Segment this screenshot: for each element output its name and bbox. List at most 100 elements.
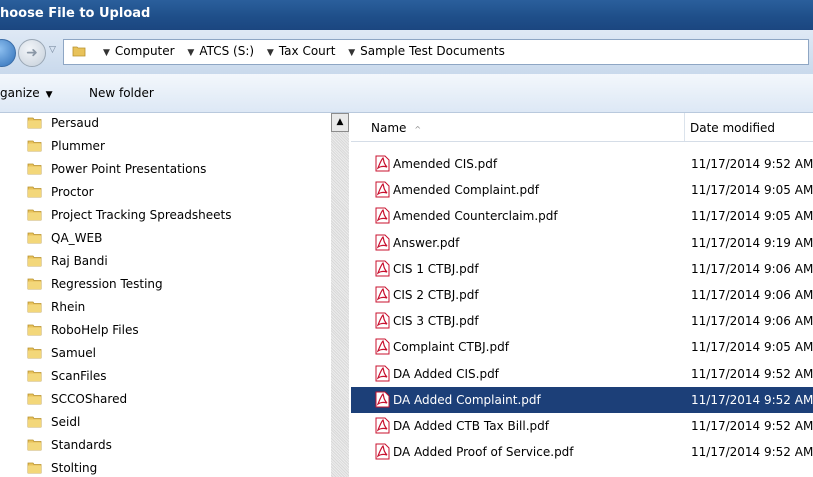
tree-item-label: ScanFiles: [51, 369, 107, 383]
pdf-file-icon: [375, 207, 390, 224]
file-name: Amended Counterclaim.pdf: [393, 209, 558, 224]
column-header: Name ^ Date modified: [351, 113, 813, 142]
file-name: DA Added CTB Tax Bill.pdf: [393, 419, 549, 433]
folder-icon: [27, 439, 42, 451]
folder-icon: [27, 347, 42, 359]
file-date-modified: 11/17/2014 9:05 AM: [691, 340, 813, 355]
tree-item-label: Power Point Presentations: [51, 162, 207, 176]
pdf-file-icon: [375, 181, 390, 198]
breadcrumb-item[interactable]: Tax Court: [279, 44, 336, 58]
pdf-file-icon: [375, 234, 390, 251]
pdf-file-icon: [375, 338, 390, 355]
recent-pages-chevron-icon[interactable]: ▽: [49, 45, 59, 57]
tree-item-label: Plummer: [51, 139, 105, 153]
file-name: CIS 2 CTBJ.pdf: [393, 288, 479, 302]
pdf-file-icon: [375, 155, 390, 172]
file-name: Amended Complaint.pdf: [393, 183, 539, 198]
file-date-modified: 11/17/2014 9:05 AM: [691, 209, 813, 224]
pdf-file-icon: [375, 443, 390, 460]
file-date-modified: 11/17/2014 9:52 AM: [691, 392, 813, 407]
file-row[interactable]: CIS 3 CTBJ.pdf 11/17/2014 9:06 AM: [351, 308, 813, 334]
chevron-right-icon[interactable]: ▼: [178, 48, 199, 58]
title-bar: hoose File to Upload: [0, 0, 813, 30]
folder-icon: [27, 370, 42, 382]
file-date-modified: 11/17/2014 9:06 AM: [691, 261, 813, 276]
folder-icon: [27, 393, 42, 405]
file-date-modified: 11/17/2014 9:19 AM: [691, 235, 813, 250]
column-header-date-modified[interactable]: Date modified: [690, 121, 775, 135]
pdf-file-icon: [375, 365, 390, 382]
file-row[interactable]: Amended CIS.pdf 11/17/2014 9:52 AM: [351, 151, 813, 177]
tree-scrollbar[interactable]: ▲: [331, 113, 349, 477]
tree-item-label: Stolting: [51, 461, 98, 475]
folder-icon: [27, 232, 42, 244]
file-row[interactable]: Answer.pdf 11/17/2014 9:19 AM: [351, 230, 813, 256]
file-row[interactable]: Amended Counterclaim.pdf 11/17/2014 9:05 …: [351, 203, 813, 229]
file-list: Name ^ Date modified Amended CIS.pdf 11/17…: [351, 113, 813, 477]
folder-icon: [27, 462, 42, 474]
address-bar[interactable]: ▼ Computer ▼ ATCS (S:) ▼ Tax Court ▼ Sample …: [63, 39, 809, 65]
file-row[interactable]: CIS 2 CTBJ.pdf 11/17/2014 9:06 AM: [351, 282, 813, 308]
column-divider[interactable]: [684, 113, 685, 141]
file-row[interactable]: CIS 1 CTBJ.pdf 11/17/2014 9:06 AM: [351, 256, 813, 282]
chevron-down-icon: ▼: [45, 90, 53, 100]
file-name: DA Added Complaint.pdf: [393, 392, 541, 407]
tree-item-label: Samuel: [51, 346, 96, 360]
command-toolbar: ganize ▼ New folder: [0, 74, 813, 113]
breadcrumb-item[interactable]: Computer: [115, 44, 175, 58]
scroll-up-icon[interactable]: ▲: [331, 113, 349, 132]
file-row[interactable]: Complaint CTBJ.pdf 11/17/2014 9:05 AM: [351, 334, 813, 360]
folder-icon: [27, 209, 42, 221]
file-row[interactable]: DA Added Complaint.pdf 11/17/2014 9:52 AM: [351, 386, 813, 413]
file-row[interactable]: Amended Complaint.pdf 11/17/2014 9:05 AM: [351, 177, 813, 203]
breadcrumb-item[interactable]: Sample Test Documents: [360, 44, 505, 58]
file-row[interactable]: DA Added Proof of Service.pdf 11/17/2014 …: [351, 439, 813, 465]
navigation-bar: ➜ ▽ ▼ Computer ▼ ATCS (S:) ▼ Tax Court ▼ Sam…: [0, 30, 813, 75]
breadcrumb: ▼ Computer ▼ ATCS (S:) ▼ Tax Court ▼ Sample …: [94, 44, 505, 58]
file-date-modified: 11/17/2014 9:06 AM: [691, 314, 813, 329]
folder-tree: Persaud Plummer Power Point Presentations P…: [0, 113, 331, 477]
folder-icon: [27, 186, 42, 198]
file-name: DA Added CIS.pdf: [393, 366, 499, 381]
breadcrumb-item[interactable]: ATCS (S:): [199, 44, 254, 58]
back-arrow-icon[interactable]: [0, 39, 16, 67]
forward-arrow-icon[interactable]: ➜: [18, 39, 46, 67]
pdf-file-icon: [375, 417, 390, 434]
column-header-name[interactable]: Name ^: [371, 121, 421, 135]
folder-icon: [27, 117, 42, 129]
folder-icon: [27, 278, 42, 290]
folder-icon: [27, 255, 42, 267]
file-row[interactable]: DA Added CTB Tax Bill.pdf 11/17/2014 9:52…: [351, 413, 813, 439]
folder-icon: [27, 416, 42, 428]
window-title: hoose File to Upload: [0, 6, 151, 21]
file-date-modified: 11/17/2014 9:52 AM: [691, 157, 813, 171]
tree-item-label: Standards: [51, 438, 112, 452]
file-date-modified: 11/17/2014 9:05 AM: [691, 183, 813, 198]
file-name: CIS 1 CTBJ.pdf: [393, 261, 479, 276]
tree-item-label: QA_WEB: [51, 231, 103, 245]
chevron-right-icon[interactable]: ▼: [258, 48, 279, 58]
file-name: CIS 3 CTBJ.pdf: [393, 314, 479, 329]
organize-button[interactable]: ganize ▼: [0, 86, 53, 100]
file-name: Answer.pdf: [393, 235, 460, 250]
file-name: DA Added Proof of Service.pdf: [393, 445, 574, 460]
chevron-right-icon[interactable]: ▼: [339, 48, 360, 58]
folder-icon: [27, 301, 42, 313]
tree-item-label: RoboHelp Files: [51, 323, 139, 337]
file-date-modified: 11/17/2014 9:52 AM: [691, 366, 813, 381]
tree-item-label: Project Tracking Spreadsheets: [51, 208, 232, 222]
tree-item-label: SCCOShared: [51, 392, 128, 406]
tree-item-label: Seidl: [51, 415, 81, 429]
file-name: Amended CIS.pdf: [393, 157, 498, 171]
pdf-file-icon: [375, 391, 390, 408]
file-date-modified: 11/17/2014 9:06 AM: [691, 288, 813, 302]
tree-item-label: Persaud: [51, 116, 99, 130]
pdf-file-icon: [375, 312, 390, 329]
chevron-right-icon[interactable]: ▼: [94, 48, 115, 58]
file-row[interactable]: DA Added CIS.pdf 11/17/2014 9:52 AM: [351, 361, 813, 387]
pdf-file-icon: [375, 286, 390, 303]
tree-item-label: Rhein: [51, 300, 86, 314]
new-folder-button[interactable]: New folder: [89, 86, 154, 100]
folder-icon: [27, 140, 42, 152]
file-date-modified: 11/17/2014 9:52 AM: [691, 419, 813, 433]
